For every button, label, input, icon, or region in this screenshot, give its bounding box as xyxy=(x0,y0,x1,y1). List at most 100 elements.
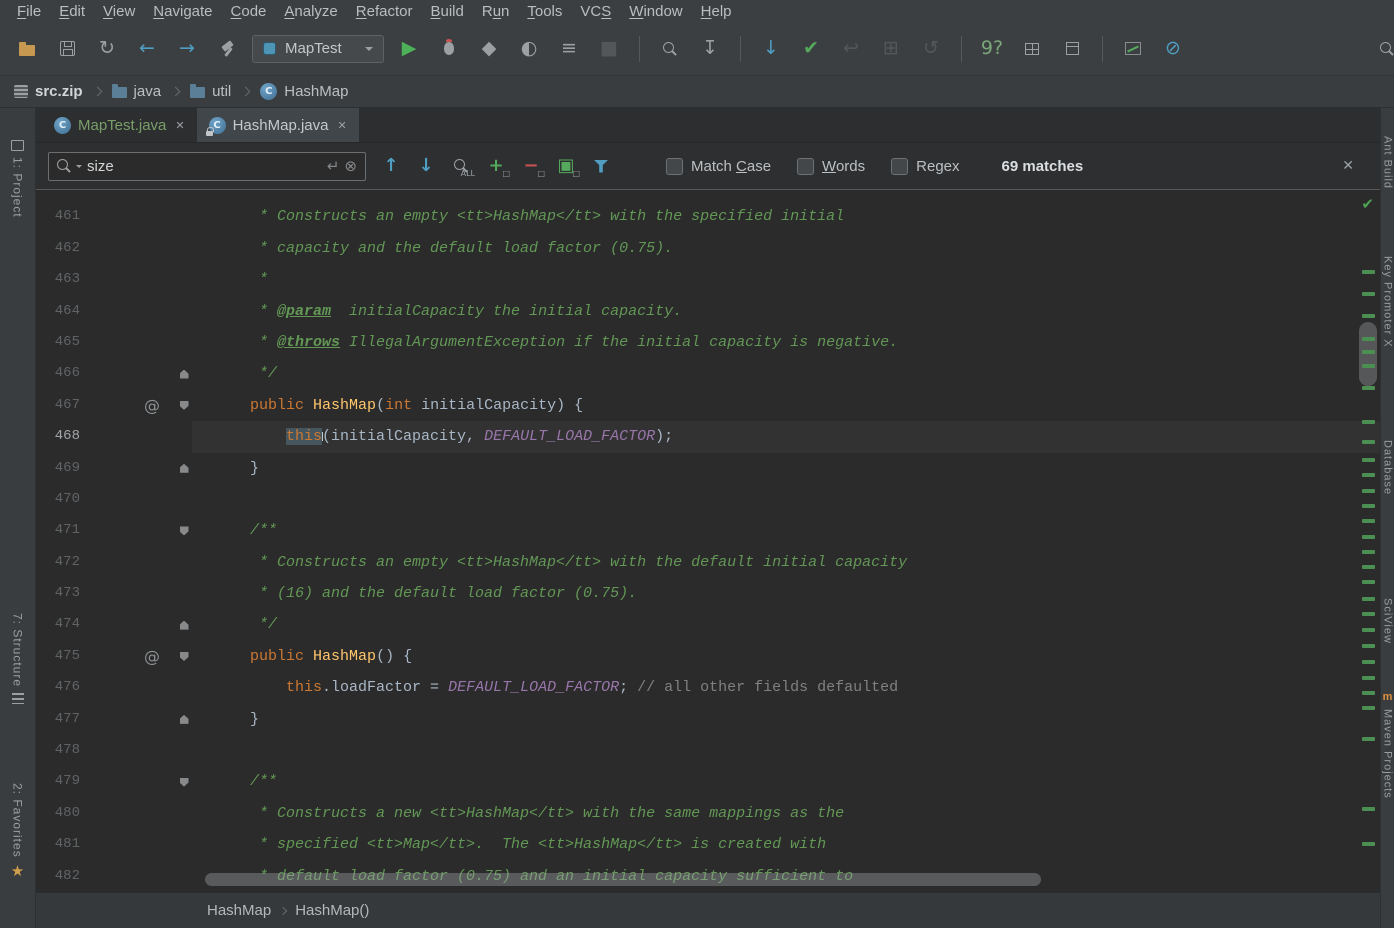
plugins-button[interactable] xyxy=(1057,34,1087,64)
menu-run[interactable]: Run xyxy=(473,3,519,20)
open-button[interactable] xyxy=(12,34,42,64)
close-find-icon[interactable]: ✕ xyxy=(1342,158,1354,174)
sciview-button[interactable] xyxy=(1118,34,1148,64)
run-button[interactable]: ▶ xyxy=(394,34,424,64)
menu-view[interactable]: View xyxy=(94,3,144,20)
tool-window-button-2-favorites[interactable]: 2: Favorites★ xyxy=(0,783,35,879)
database-button[interactable] xyxy=(1017,34,1047,64)
run-with-coverage-button[interactable]: ◆ xyxy=(474,34,504,64)
editor-scrollbar[interactable]: ✔ xyxy=(1354,190,1380,892)
code-line[interactable]: 481 * specified <tt>Map</tt>. The <tt>Ha… xyxy=(36,829,1380,860)
previous-occurrence-button[interactable]: ↑ xyxy=(378,153,404,179)
fold-start-icon[interactable] xyxy=(180,778,189,787)
debug-button[interactable] xyxy=(434,34,464,64)
fold-end-icon[interactable] xyxy=(180,715,189,724)
search-input[interactable] xyxy=(87,158,322,175)
menu-analyze[interactable]: Analyze xyxy=(275,3,346,20)
code-line[interactable]: 466 */ xyxy=(36,358,1380,389)
code-line[interactable]: 467@ public HashMap(int initialCapacity)… xyxy=(36,390,1380,421)
tab-hashmap-java[interactable]: CHashMap.java✕ xyxy=(197,108,359,142)
fold-end-icon[interactable] xyxy=(180,621,189,630)
code-line[interactable]: 468 this(initialCapacity, DEFAULT_LOAD_F… xyxy=(36,421,1380,452)
menu-navigate[interactable]: Navigate xyxy=(144,3,221,20)
tool-window-button-maven-projects[interactable]: mMaven Projects xyxy=(1381,692,1394,799)
close-icon[interactable]: ✕ xyxy=(337,119,346,132)
add-selection-button[interactable]: +□ xyxy=(483,153,509,179)
code-line[interactable]: 472 * Constructs an empty <tt>HashMap</t… xyxy=(36,547,1380,578)
forward-button[interactable]: → xyxy=(172,34,202,64)
next-occurrence-button[interactable]: ↓ xyxy=(413,153,439,179)
search-everywhere-button[interactable] xyxy=(1374,36,1394,62)
tool-window-button-database[interactable]: Database xyxy=(1381,440,1394,495)
code-line[interactable]: 463 * xyxy=(36,264,1380,295)
search-history-chevron-icon[interactable] xyxy=(76,165,82,171)
code-line[interactable]: 473 * (16) and the default load factor (… xyxy=(36,578,1380,609)
download-sources-button[interactable]: ↧ xyxy=(695,34,725,64)
breadcrumb-item-util[interactable]: util xyxy=(188,83,233,100)
code-line[interactable]: 475@ public HashMap() { xyxy=(36,641,1380,672)
code-line[interactable]: 477 } xyxy=(36,704,1380,735)
fold-start-icon[interactable] xyxy=(180,652,189,661)
profiler-button[interactable]: ◐ xyxy=(514,34,544,64)
key-promoter-button[interactable]: 9? xyxy=(977,34,1007,64)
code-line[interactable]: 460 /** xyxy=(36,190,1380,201)
build-project-button[interactable] xyxy=(212,34,242,64)
rollback-button[interactable]: ↩ xyxy=(836,34,866,64)
save-all-button[interactable] xyxy=(52,34,82,64)
code-line[interactable]: 470 xyxy=(36,484,1380,515)
run-dashboard-button[interactable]: ≡ xyxy=(554,34,584,64)
tool-window-button-ant-build[interactable]: Ant Build xyxy=(1381,136,1394,189)
find-in-path-button[interactable] xyxy=(655,34,685,64)
select-all-occurrences-button[interactable]: ▣□ xyxy=(553,153,579,179)
find-all-button[interactable]: ALL xyxy=(448,153,474,179)
synchronize-button[interactable]: ↻ xyxy=(92,34,122,64)
fold-start-icon[interactable] xyxy=(180,526,189,535)
menu-vcs[interactable]: VCS xyxy=(571,3,620,20)
breadcrumb-item-hashmap[interactable]: CHashMap xyxy=(258,83,350,100)
fold-end-icon[interactable] xyxy=(180,370,189,379)
menu-file[interactable]: File xyxy=(8,3,50,20)
code-line[interactable]: 476 this.loadFactor = DEFAULT_LOAD_FACTO… xyxy=(36,672,1380,703)
horizontal-scrollbar[interactable] xyxy=(205,873,1041,886)
commit-changes-button[interactable]: ✔ xyxy=(796,34,826,64)
code-line[interactable]: 461 * Constructs an empty <tt>HashMap</t… xyxy=(36,201,1380,232)
enter-icon[interactable]: ↵ xyxy=(327,159,340,174)
editor[interactable]: 460 /**461 * Constructs an empty <tt>Has… xyxy=(36,190,1380,892)
menu-window[interactable]: Window xyxy=(620,3,691,20)
fold-start-icon[interactable] xyxy=(180,401,189,410)
back-button[interactable]: ← xyxy=(132,34,162,64)
code-line[interactable]: 480 * Constructs a new <tt>HashMap</tt> … xyxy=(36,798,1380,829)
stop-button[interactable]: ■ xyxy=(594,34,624,64)
tab-maptest-java[interactable]: CMapTest.java✕ xyxy=(42,108,197,142)
remove-selection-button[interactable]: −□ xyxy=(518,153,544,179)
tool-window-button-7-structure[interactable]: 7: Structure xyxy=(0,613,35,704)
find-option-words[interactable]: Words xyxy=(797,158,865,175)
find-option-match-case[interactable]: Match Case xyxy=(666,158,771,175)
update-project-button[interactable]: ↓ xyxy=(756,34,786,64)
fold-end-icon[interactable] xyxy=(180,464,189,473)
clear-search-icon[interactable]: ⊗ xyxy=(344,159,357,174)
offline-mode-button[interactable]: ⊘ xyxy=(1158,34,1188,64)
breadcrumb-item-src-zip[interactable]: src.zip xyxy=(12,83,85,100)
code-line[interactable]: 464 * @param initialCapacity the initial… xyxy=(36,296,1380,327)
code-line[interactable]: 474 */ xyxy=(36,609,1380,640)
filter-search-results-button[interactable] xyxy=(588,153,614,179)
search-field[interactable]: ↵ ⊗ xyxy=(48,152,366,181)
find-option-regex[interactable]: Regex xyxy=(891,158,959,175)
status-breadcrumb-item[interactable]: HashMap xyxy=(205,902,273,919)
menu-edit[interactable]: Edit xyxy=(50,3,94,20)
menu-build[interactable]: Build xyxy=(421,3,472,20)
code-line[interactable]: 471 /** xyxy=(36,515,1380,546)
menu-tools[interactable]: Tools xyxy=(518,3,571,20)
close-icon[interactable]: ✕ xyxy=(175,119,184,132)
menu-refactor[interactable]: Refactor xyxy=(347,3,422,20)
undo-button[interactable]: ↺ xyxy=(916,34,946,64)
show-history-button[interactable]: ⊞ xyxy=(876,34,906,64)
code-line[interactable]: 469 } xyxy=(36,453,1380,484)
scrollbar-thumb[interactable] xyxy=(1359,322,1377,386)
menu-help[interactable]: Help xyxy=(692,3,741,20)
code-line[interactable]: 462 * capacity and the default load fact… xyxy=(36,233,1380,264)
status-breadcrumb-item[interactable]: HashMap() xyxy=(293,902,371,919)
run-configuration-selector[interactable]: MapTest xyxy=(252,35,384,63)
tool-window-button-key-promoter-x[interactable]: Key Promoter X xyxy=(1381,256,1394,348)
